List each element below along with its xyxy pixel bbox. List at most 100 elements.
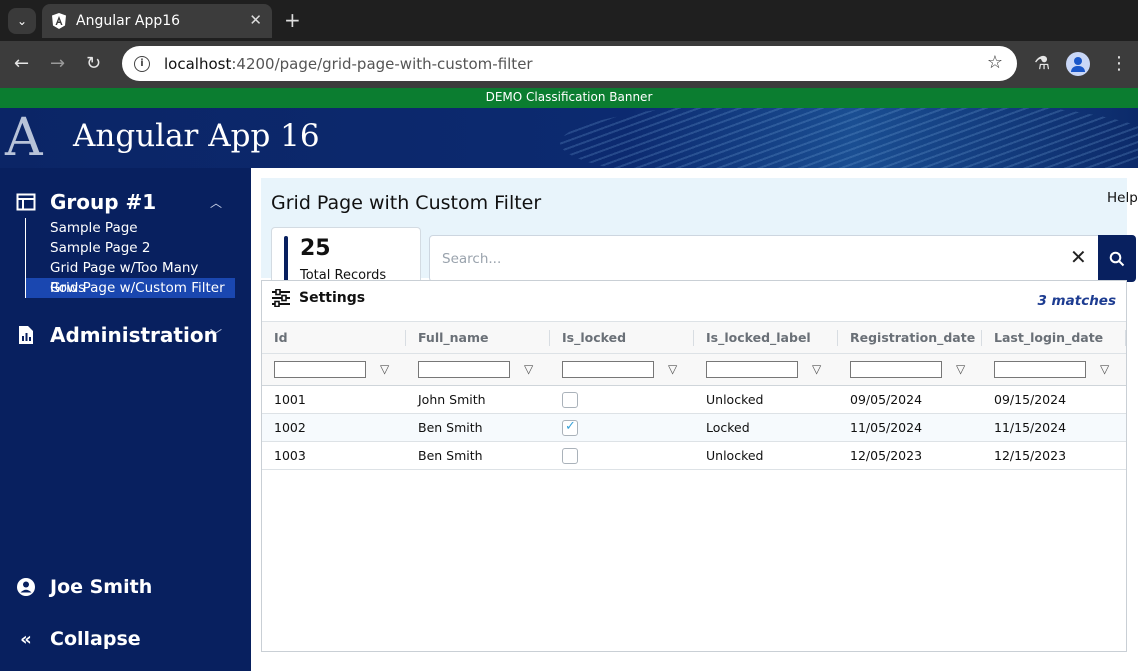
help-link[interactable]: Help <box>1107 190 1138 206</box>
search-input[interactable] <box>442 248 1042 270</box>
app-header: A Angular App 16 <box>0 108 1138 168</box>
cell-is-locked-label: Unlocked <box>706 448 764 463</box>
column-header-is-locked-label[interactable]: Is_locked_label <box>694 322 838 353</box>
sidebar-item-grid-too-many-rows[interactable]: Grid Page w/Too Many Rows <box>26 258 235 296</box>
cell-last-login-date: 12/15/2023 <box>994 448 1067 463</box>
user-name: Joe Smith <box>50 576 153 598</box>
collapse-button[interactable]: « Collapse <box>16 628 140 650</box>
user-profile-item[interactable]: Joe Smith <box>16 576 152 598</box>
close-icon[interactable]: ✕ <box>249 11 262 29</box>
cell-id: 1003 <box>274 448 306 463</box>
table-row[interactable]: 1003 Ben Smith Unlocked 12/05/2023 12/15… <box>262 442 1126 470</box>
filter-funnel-icon[interactable]: ▽ <box>956 362 965 376</box>
forward-arrow-icon[interactable]: → <box>50 53 65 75</box>
is-locked-checkbox[interactable] <box>562 448 578 464</box>
filter-funnel-icon[interactable]: ▽ <box>668 362 677 376</box>
column-header-label: Full_name <box>418 330 489 345</box>
new-tab-button[interactable]: + <box>284 8 301 32</box>
data-grid: Id Full_name Is_locked Is_locked_label R… <box>262 321 1126 470</box>
records-accent-bar <box>284 236 288 284</box>
match-count: 3 matches <box>1037 293 1116 309</box>
settings-button[interactable]: Settings <box>271 289 365 307</box>
table-row[interactable]: 1001 John Smith Unlocked 09/05/2024 09/1… <box>262 386 1126 414</box>
column-header-is-locked[interactable]: Is_locked <box>550 322 694 353</box>
user-circle-icon <box>17 578 35 596</box>
main-content: Grid Page with Custom Filter Help 25 Tot… <box>251 168 1138 671</box>
browser-tab[interactable]: Angular App16 ✕ <box>42 4 272 38</box>
filter-registration-date: ▽ <box>850 361 965 378</box>
filter-funnel-icon[interactable]: ▽ <box>1100 362 1109 376</box>
bookmark-star-icon[interactable]: ☆ <box>987 52 1003 73</box>
cell-full-name: Ben Smith <box>418 420 483 435</box>
is-locked-checkbox[interactable] <box>562 419 578 436</box>
sidebar-group-administration-label: Administration <box>50 323 218 347</box>
filter-input[interactable] <box>850 361 942 378</box>
cell-is-locked-label: Locked <box>706 420 750 435</box>
filter-funnel-icon[interactable]: ▽ <box>524 362 533 376</box>
column-header-full-name[interactable]: Full_name <box>406 322 550 353</box>
filter-input[interactable] <box>418 361 510 378</box>
page-title: Grid Page with Custom Filter <box>271 192 542 214</box>
filter-funnel-icon[interactable]: ▽ <box>812 362 821 376</box>
filter-input[interactable] <box>994 361 1086 378</box>
filter-input[interactable] <box>274 361 366 378</box>
cell-registration-date: 11/05/2024 <box>850 420 923 435</box>
tab-title: Angular App16 <box>76 13 181 29</box>
filter-funnel-icon[interactable]: ▽ <box>380 362 389 376</box>
header-wave-decoration <box>560 108 1138 168</box>
reload-icon[interactable]: ↻ <box>86 53 101 75</box>
address-bar[interactable]: i localhost:4200/page/grid-page-with-cus… <box>122 46 1017 81</box>
filter-id: ▽ <box>274 361 389 378</box>
search-icon <box>1109 251 1125 266</box>
url-host: localhost <box>164 54 232 73</box>
cell-registration-date: 12/05/2023 <box>850 448 923 463</box>
column-separator[interactable] <box>1125 330 1126 346</box>
column-header-label: Registration_date <box>850 330 976 345</box>
cell-registration-date: 09/05/2024 <box>850 392 923 407</box>
grid-filter-row: ▽ ▽ ▽ ▽ ▽ ▽ <box>262 354 1126 386</box>
page-header: Grid Page with Custom Filter Help 25 Tot… <box>261 178 1138 293</box>
kebab-menu-icon[interactable]: ⋮ <box>1110 53 1128 74</box>
sidebar-group-administration[interactable]: Administration <box>16 323 218 347</box>
sidebar-item-grid-custom-filter[interactable]: Grid Page w/Custom Filter <box>26 278 235 298</box>
url-path: :4200/page/grid-page-with-custom-filter <box>231 54 533 73</box>
filter-is-locked-label: ▽ <box>706 361 821 378</box>
grid-toolbar: Settings 3 matches <box>262 281 1126 321</box>
filter-input[interactable] <box>706 361 798 378</box>
clear-search-icon[interactable]: ✕ <box>1070 245 1087 269</box>
is-locked-checkbox[interactable] <box>562 392 578 408</box>
profile-avatar-icon[interactable] <box>1066 52 1090 76</box>
site-info-icon[interactable]: i <box>134 55 150 72</box>
column-header-last-login-date[interactable]: Last_login_date <box>982 322 1126 353</box>
back-arrow-icon[interactable]: ← <box>14 53 29 75</box>
grid-panel: Settings 3 matches Id Full_name Is_locke… <box>261 280 1127 652</box>
grid-header-row: Id Full_name Is_locked Is_locked_label R… <box>262 321 1126 354</box>
cell-is-locked-label: Unlocked <box>706 392 764 407</box>
report-document-icon <box>19 326 33 344</box>
search-button[interactable] <box>1098 235 1136 282</box>
column-header-id[interactable]: Id <box>262 322 406 353</box>
browser-toolbar: ← → ↻ i localhost:4200/page/grid-page-wi… <box>0 41 1138 88</box>
cell-id: 1001 <box>274 392 306 407</box>
url-text: localhost:4200/page/grid-page-with-custo… <box>164 55 533 73</box>
sidebar-group-1[interactable]: Group #1 <box>16 190 156 214</box>
tab-search-button[interactable]: ⌄ <box>8 8 36 34</box>
column-header-label: Is_locked <box>562 330 627 345</box>
sidebar: Group #1 ︿ Sample Page Sample Page 2 Gri… <box>0 168 251 671</box>
chevron-up-icon[interactable]: ︿ <box>210 194 222 211</box>
chevron-down-icon[interactable]: ﹀ <box>210 326 222 343</box>
table-row[interactable]: 1002 Ben Smith Locked 11/05/2024 11/15/2… <box>262 414 1126 442</box>
cell-full-name: John Smith <box>418 392 486 407</box>
sidebar-item-sample-page[interactable]: Sample Page <box>26 218 235 238</box>
sliders-icon <box>272 289 290 307</box>
records-count: 25 <box>300 236 331 261</box>
filter-input[interactable] <box>562 361 654 378</box>
labs-flask-icon[interactable]: ⚗ <box>1034 53 1050 74</box>
column-header-label: Is_locked_label <box>706 330 811 345</box>
column-header-registration-date[interactable]: Registration_date <box>838 322 982 353</box>
sidebar-group-1-items: Sample Page Sample Page 2 Grid Page w/To… <box>25 218 235 298</box>
column-header-label: Last_login_date <box>994 330 1104 345</box>
sidebar-item-sample-page-2[interactable]: Sample Page 2 <box>26 238 235 258</box>
cell-full-name: Ben Smith <box>418 448 483 463</box>
app-logo: A <box>5 108 43 168</box>
